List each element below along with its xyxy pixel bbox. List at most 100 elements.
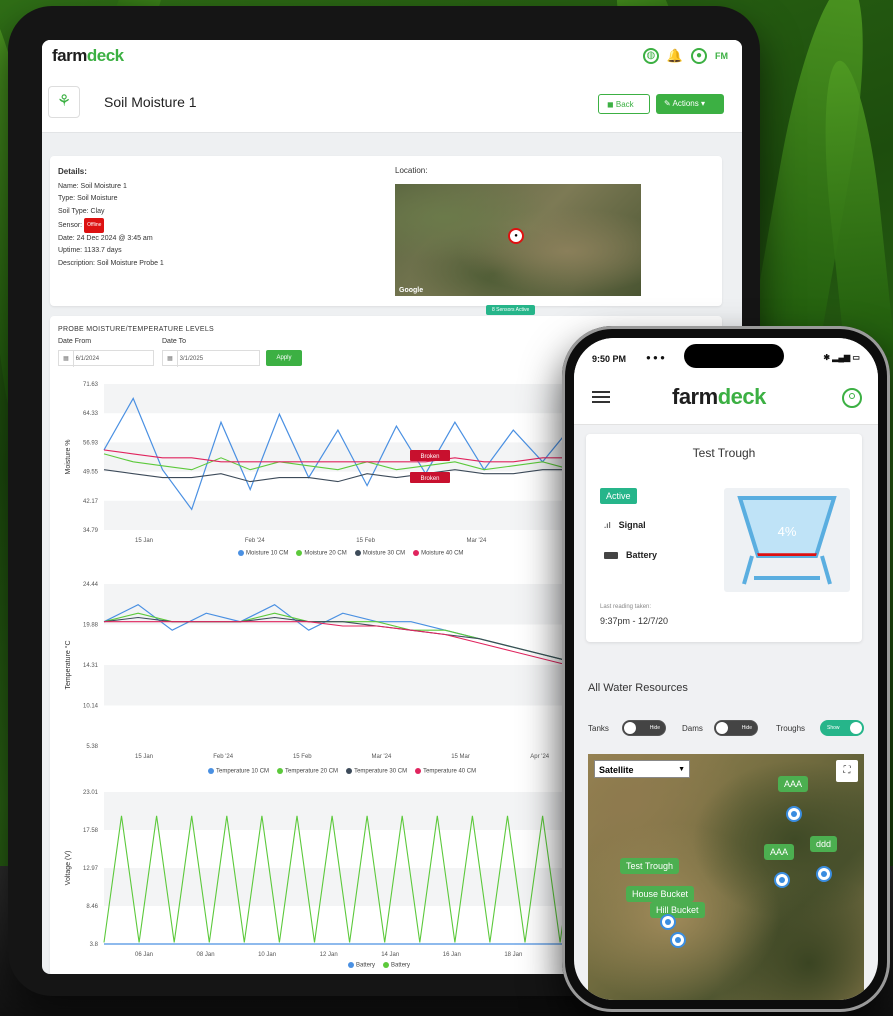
y-tick-label: 56.93	[83, 440, 99, 446]
y-tick-label: 12.97	[83, 866, 99, 872]
date-to-label: Date To	[162, 338, 186, 345]
app-header: farmdeck ◍ 🔔 ● FM	[42, 40, 742, 75]
water-drop-icon[interactable]	[670, 932, 686, 948]
legend-dot-icon	[296, 550, 303, 556]
y-tick-label: 64.33	[83, 411, 99, 417]
user-initials[interactable]: FM	[715, 51, 728, 61]
trough-icon: 4%	[737, 496, 837, 585]
phone-screen: 9:50 PM ● ● ● ✱ ▂▄▆ ▭ farmdeck Test Trou…	[574, 338, 878, 1000]
globe-icon[interactable]: ◍	[642, 48, 659, 64]
broken-label: Broken	[420, 454, 439, 460]
signal-icon: .ıl	[604, 520, 611, 530]
legend-dot-icon	[354, 550, 361, 556]
probe-title: PROBE MOISTURE/TEMPERATURE LEVELS	[58, 326, 215, 333]
water-drop-icon[interactable]	[786, 806, 802, 822]
farmdeck-logo[interactable]: farmdeck	[672, 384, 766, 410]
x-tick-label: 14 Jan	[381, 952, 399, 958]
trough-card[interactable]: Test Trough Active .ıl Signal Battery La…	[586, 434, 862, 642]
y-axis-label: Moisture %	[65, 439, 72, 474]
tanks-label: Tanks	[588, 724, 609, 733]
legend-dot-icon	[348, 962, 354, 968]
status-notification-icons: ● ● ●	[646, 353, 665, 362]
x-tick-label: 15 Feb	[356, 538, 375, 544]
legend-label: Moisture 10 CM	[246, 550, 289, 557]
water-drop-icon[interactable]	[816, 866, 832, 882]
detail-uptime: Uptime: 1133.7 days	[58, 247, 122, 255]
fullscreen-icon[interactable]: ⛶	[836, 760, 858, 782]
y-tick-label: 8.46	[86, 904, 98, 910]
user-icon[interactable]: ●	[691, 48, 707, 64]
date-from-input[interactable]: ▦ 6/1/2024	[58, 350, 154, 367]
page-title-bar: ⚘ Soil Moisture 1 ◼ Back ✎ Actions ▾	[42, 74, 742, 133]
x-tick-label: 10 Jan	[258, 952, 276, 958]
map-marker-label[interactable]: AAA	[764, 844, 795, 860]
water-drop-icon[interactable]	[774, 872, 790, 888]
battery-row: Battery	[604, 550, 657, 560]
legend-dot-icon	[413, 550, 420, 556]
legend-item[interactable]: Moisture 20 CM	[296, 550, 347, 557]
back-button[interactable]: ◼ Back	[598, 94, 650, 114]
farmdeck-logo[interactable]: farmdeck	[52, 46, 124, 66]
map-attribution: Google	[399, 287, 424, 294]
map-pin-icon[interactable]: ●	[508, 228, 524, 244]
water-drop-icon[interactable]	[660, 914, 676, 930]
legend-dot-icon	[383, 962, 390, 968]
location-label: Location:	[395, 166, 428, 175]
legend-item[interactable]: Battery	[348, 962, 375, 969]
legend-item[interactable]: Temperature 10 CM	[208, 768, 269, 775]
legend-label: Moisture 40 CM	[421, 550, 464, 557]
troughs-label: Troughs	[776, 724, 806, 733]
details-list: Details: Name: Soil Moisture 1 Type: Soi…	[58, 166, 164, 270]
troughs-toggle[interactable]: Show	[820, 720, 864, 736]
date-to-input[interactable]: ▦ 3/1/2025	[162, 350, 260, 367]
y-tick-label: 5.38	[86, 744, 98, 750]
map-marker-label[interactable]: Test Trough	[620, 858, 680, 874]
last-reading-label: Last reading taken:	[600, 604, 652, 610]
x-tick-label: Feb '24	[245, 538, 265, 544]
last-reading-value: 9:37pm - 12/7/20	[600, 616, 669, 626]
legend-item[interactable]: Battery	[383, 962, 410, 969]
legend-label: Battery	[391, 962, 411, 969]
legend-label: Temperature 30 CM	[354, 768, 408, 775]
map-marker-label[interactable]: House Bucket	[626, 886, 695, 902]
y-tick-label: 23.01	[83, 790, 99, 796]
legend-item[interactable]: Moisture 30 CM	[354, 550, 405, 557]
apply-button[interactable]: Apply	[266, 350, 302, 366]
legend-item[interactable]: Temperature 40 CM	[415, 768, 476, 775]
detail-name: Name: Soil Moisture 1	[58, 182, 127, 190]
map-type-select[interactable]: Satellite ▼	[594, 760, 690, 778]
legend-dot-icon	[415, 768, 422, 774]
legend-label: Temperature 20 CM	[285, 768, 339, 775]
legend-dot-icon	[238, 550, 244, 556]
y-tick-label: 42.17	[83, 499, 99, 505]
bell-icon[interactable]: 🔔	[667, 48, 683, 64]
resources-map[interactable]: Satellite ▼ ⛶ AAA AAA ddd Test Trough Hou…	[588, 754, 864, 1000]
user-icon[interactable]	[842, 388, 862, 408]
y-tick-label: 71.63	[83, 382, 99, 388]
sensor-status-badge: Offline	[84, 218, 105, 233]
legend-dot-icon	[277, 768, 284, 774]
legend-item[interactable]: Temperature 30 CM	[346, 768, 407, 775]
map-marker-label[interactable]: AAA	[778, 776, 809, 792]
x-tick-label: 08 Jan	[197, 952, 215, 958]
detail-date: Date: 24 Dec 2024 @ 3:45 am	[58, 234, 153, 242]
legend-dot-icon	[346, 768, 353, 774]
signal-row: .ıl Signal	[604, 520, 646, 530]
location-map[interactable]: ● Google	[395, 184, 641, 296]
map-marker-label[interactable]: Hill Bucket	[650, 902, 705, 918]
status-bar: 9:50 PM ● ● ● ✱ ▂▄▆ ▭	[574, 338, 878, 372]
tanks-toggle[interactable]: Hide	[622, 720, 666, 736]
details-heading: Details:	[58, 167, 87, 176]
legend-item[interactable]: Moisture 10 CM	[238, 550, 288, 557]
detail-sensor: Sensor: Offline	[58, 218, 164, 233]
legend-label: Battery	[356, 962, 376, 969]
legend-label: Temperature 10 CM	[216, 768, 270, 775]
dams-toggle[interactable]: Hide	[714, 720, 758, 736]
y-tick-label: 34.79	[83, 528, 99, 534]
menu-icon[interactable]	[592, 391, 610, 403]
legend-item[interactable]: Moisture 40 CM	[413, 550, 463, 557]
actions-button[interactable]: ✎ Actions ▾	[656, 94, 724, 114]
temperature-legend: Temperature 10 CM Temperature 20 CM Temper…	[208, 768, 476, 775]
legend-item[interactable]: Temperature 20 CM	[277, 768, 338, 775]
map-marker-label[interactable]: ddd	[810, 836, 838, 852]
